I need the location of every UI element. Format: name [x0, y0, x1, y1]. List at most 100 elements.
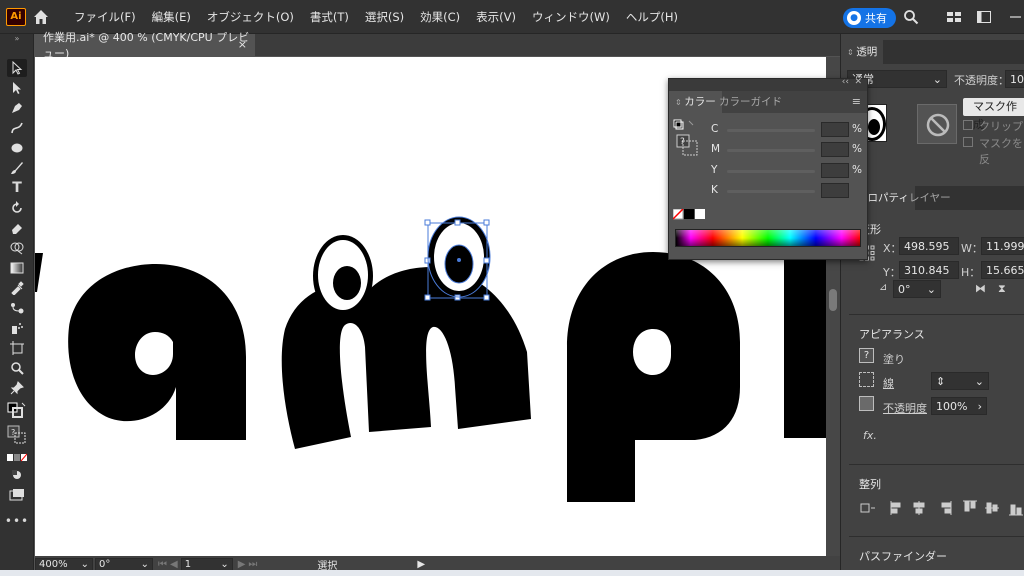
pin-tool-icon[interactable]	[7, 379, 27, 397]
rotation-select[interactable]: 0° ⌄	[95, 557, 153, 571]
x-input[interactable]: 498.595	[899, 237, 959, 255]
rotation-input[interactable]: 0° ⌄	[893, 280, 941, 298]
close-tab-icon[interactable]: ×	[238, 38, 247, 51]
first-artboard-icon[interactable]: ⏮	[158, 559, 167, 570]
draw-mode-icon[interactable]	[7, 466, 27, 484]
mask-thumbnail[interactable]	[917, 104, 957, 144]
arrange-documents-icon[interactable]	[946, 9, 962, 25]
screen-mode-icon[interactable]	[7, 486, 27, 504]
minimize-icon[interactable]	[1007, 9, 1023, 25]
menu-window[interactable]: ウィンドウ(W)	[524, 9, 618, 25]
tools-panel: » T ? •••	[0, 34, 34, 570]
w-input[interactable]: 11.9992	[981, 237, 1024, 255]
color-mode-icon[interactable]	[7, 449, 27, 467]
stroke-swatch-icon[interactable]	[859, 372, 874, 387]
rotate-tool-icon[interactable]	[7, 199, 27, 217]
stroke-label[interactable]: 線	[883, 375, 894, 391]
menu-type[interactable]: 書式(T)	[302, 9, 357, 25]
eyedropper-tool-icon[interactable]	[7, 279, 27, 297]
make-mask-button[interactable]: マスク作成	[963, 98, 1024, 131]
panel-menu-icon[interactable]: ≡	[852, 95, 861, 108]
curvature-tool-icon[interactable]	[7, 119, 27, 137]
flip-vertical-icon[interactable]: ⧗	[998, 282, 1006, 296]
fill-stroke-swatch-icon[interactable]	[7, 402, 27, 420]
black-input[interactable]	[821, 183, 849, 198]
invert-mask-checkbox[interactable]	[963, 137, 973, 147]
cyan-input[interactable]	[821, 122, 849, 137]
menu-help[interactable]: ヘルプ(H)	[618, 9, 686, 25]
yellow-slider[interactable]: Y %	[709, 163, 867, 179]
chevron-right-icon: ›	[977, 399, 982, 413]
opacity-icon[interactable]	[859, 396, 874, 411]
collapse-toolbar-icon[interactable]: »	[7, 34, 27, 43]
type-tool-icon[interactable]: T	[7, 179, 27, 197]
stroke-weight-stepper[interactable]: ⇕ ⌄	[931, 372, 989, 390]
shape-builder-tool-icon[interactable]	[7, 239, 27, 257]
zoom-select[interactable]: 400% ⌄	[35, 557, 93, 571]
black-track[interactable]	[727, 190, 815, 193]
previous-artboard-icon[interactable]: ◀	[170, 559, 178, 570]
menu-file[interactable]: ファイル(F)	[66, 9, 144, 25]
magenta-slider[interactable]: M %	[709, 142, 867, 158]
close-panel-icon[interactable]: ✕	[854, 77, 862, 87]
h-input[interactable]: 15.6656	[981, 261, 1024, 279]
appearance-opacity-input[interactable]: 100% ›	[931, 397, 987, 415]
stroke-swatch-icon[interactable]: ?	[7, 424, 27, 446]
stepper-icon[interactable]: ⇕	[936, 375, 945, 388]
menu-edit[interactable]: 編集(E)	[144, 9, 199, 25]
zoom-tool-icon[interactable]	[7, 359, 27, 377]
black-slider[interactable]: K	[709, 183, 867, 199]
menu-effect[interactable]: 効果(C)	[412, 9, 468, 25]
magenta-track[interactable]	[727, 149, 815, 152]
appearance-opacity-label[interactable]: 不透明度	[883, 400, 927, 416]
y-input[interactable]: 310.845	[899, 261, 959, 279]
color-spectrum[interactable]	[675, 229, 861, 247]
artboard-select[interactable]: 1 ⌄	[180, 557, 233, 571]
color-panel-titlebar[interactable]: ‹‹ ✕	[669, 77, 867, 91]
document-tab[interactable]: 作業用.ai* @ 400 % (CMYK/CPU プレビュー) ×	[35, 31, 255, 60]
quick-swatches[interactable]	[672, 208, 707, 220]
blend-tool-icon[interactable]	[7, 299, 27, 317]
fx-button[interactable]: fx.	[863, 429, 877, 442]
edit-toolbar-icon[interactable]: •••	[5, 512, 28, 530]
transparency-tabbar: ⇕ 透明	[841, 40, 1024, 64]
home-icon[interactable]	[32, 8, 50, 26]
cyan-slider[interactable]: C %	[709, 122, 867, 138]
workspace-icon[interactable]	[976, 9, 992, 25]
symbol-sprayer-tool-icon[interactable]	[7, 319, 27, 337]
magenta-input[interactable]	[821, 142, 849, 157]
selection-tool-icon[interactable]	[7, 59, 27, 77]
menu-view[interactable]: 表示(V)	[468, 9, 524, 25]
artboard-tool-icon[interactable]	[7, 339, 27, 357]
menu-object[interactable]: オブジェクト(O)	[199, 9, 302, 25]
gradient-tool-icon[interactable]	[7, 259, 27, 277]
tab-layers[interactable]: レイヤー	[903, 186, 957, 210]
clip-checkbox[interactable]	[963, 120, 973, 130]
fill-label[interactable]: 塗り	[883, 351, 905, 367]
direct-selection-tool-icon[interactable]	[7, 79, 27, 97]
next-artboard-icon[interactable]: ▶	[238, 559, 246, 570]
last-artboard-icon[interactable]: ⏭	[248, 559, 257, 570]
opacity-input[interactable]: 100	[1005, 70, 1024, 88]
paintbrush-tool-icon[interactable]	[7, 159, 27, 177]
flip-horizontal-icon[interactable]: ⧓	[975, 282, 986, 295]
status-menu-icon[interactable]: ▶	[417, 559, 425, 570]
yellow-track[interactable]	[727, 170, 815, 173]
yellow-input[interactable]	[821, 163, 849, 178]
tab-transparency[interactable]: ⇕ 透明	[841, 40, 884, 64]
share-button[interactable]: ● 共有	[843, 8, 896, 28]
collapse-panel-icon[interactable]: ‹‹	[842, 77, 849, 87]
tab-color-guide[interactable]: カラーガイド	[713, 91, 788, 113]
scrollbar-thumb[interactable]	[829, 289, 837, 311]
ellipse-tool-icon[interactable]	[7, 139, 27, 157]
menu-select[interactable]: 選択(S)	[357, 9, 412, 25]
fill-swatch-icon[interactable]: ?	[859, 348, 874, 363]
artboard-number: 1	[184, 558, 192, 570]
search-icon[interactable]	[903, 9, 919, 25]
cyan-track[interactable]	[727, 129, 815, 132]
eraser-tool-icon[interactable]	[7, 219, 27, 237]
color-fill-stroke-icon[interactable]: ?	[673, 119, 703, 159]
divider	[849, 464, 1024, 465]
pen-tool-icon[interactable]	[7, 99, 27, 117]
taskbar-strip	[0, 570, 1024, 576]
